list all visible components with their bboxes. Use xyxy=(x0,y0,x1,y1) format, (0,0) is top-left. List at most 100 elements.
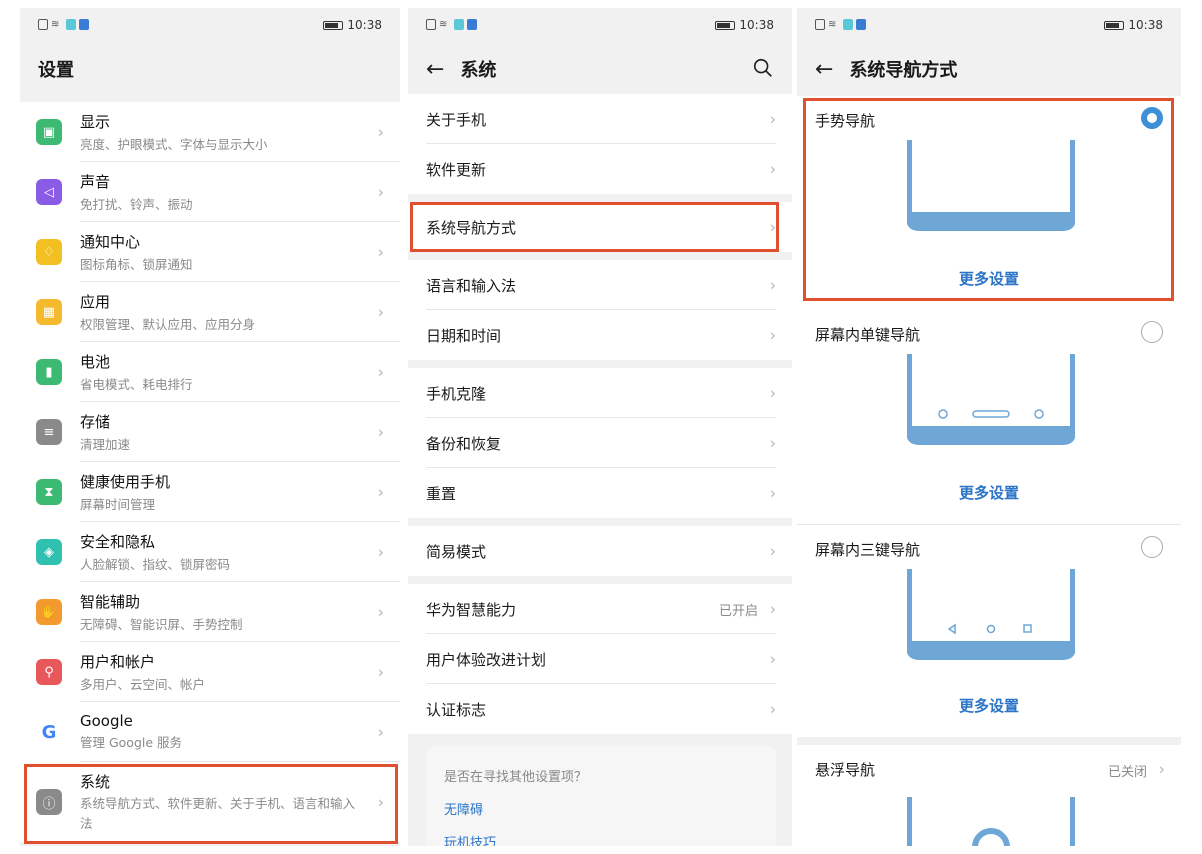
settings-item-text: 健康使用手机 屏幕时间管理 xyxy=(80,462,400,522)
system-item[interactable]: 重置 › xyxy=(408,468,792,518)
wifi-icon: ≋ xyxy=(828,18,837,30)
settings-item-subtitle: 系统导航方式、软件更新、关于手机、语言和输入法 xyxy=(80,795,356,831)
option-gesture-navigation[interactable]: 手势导航 更多设置 xyxy=(797,96,1181,310)
chevron-right-icon: › xyxy=(377,722,384,742)
system-item-label: 关于手机 xyxy=(426,110,487,129)
radio-unselected[interactable] xyxy=(1141,536,1163,558)
settings-item-text: 通知中心 图标角标、锁屏通知 xyxy=(80,222,400,282)
settings-item-title: 显示 xyxy=(80,112,111,131)
sim-icon xyxy=(815,19,825,30)
chevron-right-icon: › xyxy=(769,541,776,561)
battery-status-icon xyxy=(323,20,344,30)
system-item[interactable]: 备份和恢复 › xyxy=(408,418,792,468)
more-settings-link[interactable]: 更多设置 xyxy=(797,695,1181,716)
chevron-right-icon: › xyxy=(377,792,384,812)
settings-item-title: 存储 xyxy=(80,412,111,431)
settings-item-5[interactable]: ≡ 存储 清理加速 › xyxy=(20,402,400,462)
chevron-right-icon: › xyxy=(377,662,384,682)
sound-icon: ◁ xyxy=(36,179,62,205)
search-icon[interactable] xyxy=(752,57,774,79)
chevron-right-icon: › xyxy=(769,217,776,237)
settings-item-subtitle: 人脸解锁、指纹、锁屏密码 xyxy=(80,556,231,572)
chevron-right-icon: › xyxy=(377,482,384,502)
system-item[interactable]: 系统导航方式 › xyxy=(408,202,792,252)
system-item[interactable]: 软件更新 › xyxy=(408,144,792,194)
chevron-right-icon: › xyxy=(377,602,384,622)
option-single-key-navigation[interactable]: 屏幕内单键导航 更多设置 xyxy=(797,310,1181,525)
suggestion-link-tips[interactable]: 玩机技巧 xyxy=(444,832,758,846)
chevron-right-icon: › xyxy=(769,325,776,345)
system-screen: ≋ 10:38 ← 系统 关于手机 › 软件更新 › 系统导航方式 › 语言和输入法 › 日期和… xyxy=(408,8,792,846)
suggestion-question: 是否在寻找其他设置项？ xyxy=(444,770,588,785)
header: ← 系统导航方式 xyxy=(797,44,1181,94)
settings-item-text: 用户和帐户 多用户、云空间、帐户 xyxy=(80,642,400,702)
system-item-label: 系统导航方式 xyxy=(426,218,517,237)
system-group: 简易模式 › xyxy=(408,526,792,576)
suggestion-link-accessibility[interactable]: 无障碍 xyxy=(444,799,758,818)
settings-item-subtitle: 权限管理、默认应用、应用分身 xyxy=(80,316,256,332)
back-arrow-icon[interactable]: ← xyxy=(426,57,444,82)
wifi-icon: ≋ xyxy=(51,18,60,30)
chevron-right-icon: › xyxy=(377,362,384,382)
system-item[interactable]: 关于手机 › xyxy=(408,94,792,144)
settings-item-8[interactable]: ✋ 智能辅助 无障碍、智能识屏、手势控制 › xyxy=(20,582,400,642)
settings-item-11[interactable]: ⓘ 系统 系统导航方式、软件更新、关于手机、语言和输入法 › xyxy=(20,762,400,842)
settings-item-subtitle: 亮度、护眼模式、字体与显示大小 xyxy=(80,136,268,152)
settings-item-subtitle: 清理加速 xyxy=(80,436,131,452)
header: ← 系统 xyxy=(408,44,792,94)
settings-item-4[interactable]: ▮ 电池 省电模式、耗电排行 › xyxy=(20,342,400,402)
option-floating-navigation[interactable]: 悬浮导航 已关闭 › xyxy=(797,745,1181,846)
more-settings-link[interactable]: 更多设置 xyxy=(797,482,1181,503)
system-item-label: 用户体验改进计划 xyxy=(426,650,547,669)
settings-item-title: 通知中心 xyxy=(80,232,141,251)
more-settings-link[interactable]: 更多设置 xyxy=(797,268,1181,289)
status-time: 10:38 xyxy=(739,18,774,32)
settings-item-1[interactable]: ◁ 声音 免打扰、铃声、振动 › xyxy=(20,162,400,222)
apps-icon: ▦ xyxy=(36,299,62,325)
settings-item-subtitle: 省电模式、耗电排行 xyxy=(80,376,193,392)
app-notification-icon xyxy=(66,19,76,30)
option-name: 手势导航 xyxy=(815,112,876,130)
settings-item-10[interactable]: G Google 管理 Google 服务 › xyxy=(20,702,400,762)
system-item[interactable]: 日期和时间 › xyxy=(408,310,792,360)
floating-status: 已关闭 xyxy=(1107,765,1147,780)
settings-item-text: 应用 权限管理、默认应用、应用分身 xyxy=(80,282,400,342)
app-notification-icon xyxy=(856,19,866,30)
back-arrow-icon[interactable]: ← xyxy=(815,57,833,82)
system-item[interactable]: 华为智慧能力 已开启 › xyxy=(408,584,792,634)
settings-item-9[interactable]: ⚲ 用户和帐户 多用户、云空间、帐户 › xyxy=(20,642,400,702)
settings-item-3[interactable]: ▦ 应用 权限管理、默认应用、应用分身 › xyxy=(20,282,400,342)
page-title: 系统导航方式 xyxy=(849,60,958,81)
hand-icon: ✋ xyxy=(36,599,62,625)
chevron-right-icon: › xyxy=(769,383,776,403)
three-key-phone-illustration xyxy=(907,569,1075,660)
gesture-phone-illustration xyxy=(907,140,1075,231)
settings-item-0[interactable]: ▣ 显示 亮度、护眼模式、字体与显示大小 › xyxy=(20,102,400,162)
group-gap xyxy=(408,252,792,260)
system-item-value: 已开启 xyxy=(718,603,758,619)
settings-item-text: 智能辅助 无障碍、智能识屏、手势控制 xyxy=(80,582,400,642)
app-notification-icon xyxy=(843,19,853,30)
system-item[interactable]: 手机克隆 › xyxy=(408,368,792,418)
system-item-label: 简易模式 xyxy=(426,542,487,561)
chevron-right-icon: › xyxy=(769,275,776,295)
option-three-key-navigation[interactable]: 屏幕内三键导航 更多设置 xyxy=(797,525,1181,737)
system-item[interactable]: 用户体验改进计划 › xyxy=(408,634,792,684)
system-group: 关于手机 › 软件更新 › xyxy=(408,94,792,194)
settings-item-2[interactable]: ♢ 通知中心 图标角标、锁屏通知 › xyxy=(20,222,400,282)
settings-item-title: 系统 xyxy=(80,772,111,791)
settings-item-title: 安全和隐私 xyxy=(80,532,156,551)
settings-item-text: 安全和隐私人脸解锁、指纹、锁屏密码 xyxy=(80,522,400,582)
settings-item-text: 存储 清理加速 xyxy=(80,402,400,462)
option-name: 屏幕内单键导航 xyxy=(815,326,921,344)
system-item[interactable]: 简易模式 › xyxy=(408,526,792,576)
chevron-right-icon: › xyxy=(377,302,384,322)
system-item[interactable]: 认证标志 › xyxy=(408,684,792,734)
radio-selected[interactable] xyxy=(1141,107,1163,129)
system-item[interactable]: 语言和输入法 › xyxy=(408,260,792,310)
settings-item-title: 用户和帐户 xyxy=(80,652,156,671)
settings-item-6[interactable]: ⧗ 健康使用手机 屏幕时间管理 › xyxy=(20,462,400,522)
status-bar: ≋ 10:38 xyxy=(797,8,1181,44)
settings-item-7[interactable]: ◈ 安全和隐私 人脸解锁、指纹、锁屏密码 › xyxy=(20,522,400,582)
radio-unselected[interactable] xyxy=(1141,321,1163,343)
